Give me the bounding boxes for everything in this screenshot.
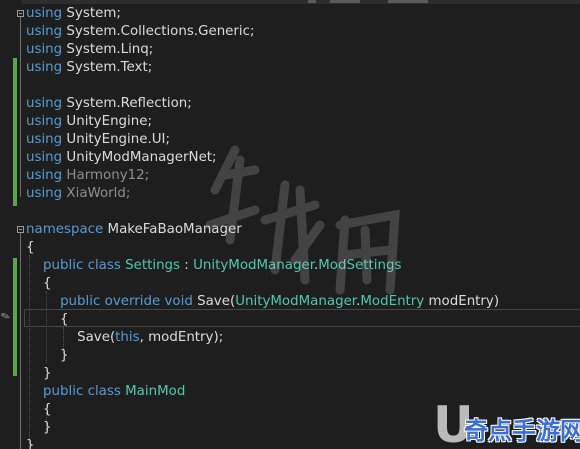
code-token: Save( xyxy=(26,330,116,345)
code-line[interactable]: } xyxy=(26,365,52,383)
code-token: using xyxy=(26,6,63,21)
code-token: Harmony12; xyxy=(62,168,150,183)
collapse-region-icon[interactable] xyxy=(17,10,24,17)
code-token: UnityModManager xyxy=(193,258,314,273)
watermark-corner: U 奇点手游网 xyxy=(432,400,580,449)
code-token: } xyxy=(26,420,52,435)
code-token: System.Collections.Generic; xyxy=(62,24,255,39)
code-line[interactable]: using System.Reflection; xyxy=(26,95,192,113)
code-token: using xyxy=(26,168,63,183)
code-token: using xyxy=(26,150,63,165)
code-token: Settings xyxy=(125,258,181,273)
collapse-region-icon[interactable] xyxy=(17,226,24,233)
code-token: class xyxy=(87,384,121,399)
code-line[interactable]: using UnityModManagerNet; xyxy=(26,149,217,167)
code-line[interactable]: { xyxy=(26,311,69,329)
code-token: UnityModManager xyxy=(235,294,357,309)
code-token: ModEntry xyxy=(360,294,425,309)
code-token: using xyxy=(26,42,63,57)
code-token: System.Linq; xyxy=(62,42,154,57)
code-token: using xyxy=(26,114,63,129)
code-line[interactable]: using Harmony12; xyxy=(26,167,149,185)
change-bar xyxy=(13,58,17,206)
code-line[interactable]: using XiaWorld; xyxy=(26,185,130,203)
code-token: using xyxy=(26,24,63,39)
code-token: Save( xyxy=(192,294,236,309)
code-line[interactable]: public override void Save(UnityModManage… xyxy=(26,293,499,311)
code-token: using xyxy=(26,186,63,201)
code-line[interactable]: } xyxy=(26,419,52,437)
code-token: public xyxy=(43,384,84,399)
editor-margin[interactable] xyxy=(0,0,24,449)
code-line[interactable]: using UnityEngine; xyxy=(26,113,152,131)
tab-fragment xyxy=(330,0,360,3)
code-token: XiaWorld; xyxy=(62,186,131,201)
code-token: UnityEngine; xyxy=(62,114,153,129)
code-token: UnityEngine.UI; xyxy=(62,132,171,147)
code-line[interactable]: } xyxy=(26,437,35,449)
code-token: UnityModManagerNet; xyxy=(62,150,217,165)
code-token: System.Text; xyxy=(62,60,153,75)
code-token: using xyxy=(26,132,63,147)
code-line[interactable]: { xyxy=(26,401,52,419)
code-token: System; xyxy=(62,6,121,21)
code-line[interactable]: namespace MakeFaBaoManager xyxy=(26,221,242,239)
code-token: { xyxy=(26,240,35,255)
code-line[interactable]: using System.Text; xyxy=(26,59,152,77)
code-line[interactable]: using System; xyxy=(26,5,121,23)
fold-line xyxy=(20,17,21,197)
code-token: using xyxy=(26,96,63,111)
code-token: void xyxy=(164,294,193,309)
code-token: public xyxy=(43,258,84,273)
code-token: , modEntry); xyxy=(139,330,224,345)
code-line[interactable]: using System.Linq; xyxy=(26,41,153,59)
code-line[interactable]: using UnityEngine.UI; xyxy=(26,131,170,149)
code-token: this xyxy=(115,330,140,345)
change-bar xyxy=(13,258,17,376)
code-token: using xyxy=(26,60,63,75)
code-token: } xyxy=(26,348,69,363)
code-token: : xyxy=(180,258,194,273)
watermark-text: 奇点手游网 xyxy=(464,417,580,445)
fold-line xyxy=(20,233,21,449)
code-token: System.Reflection; xyxy=(62,96,192,111)
code-token: ModSettings xyxy=(318,258,402,273)
code-token: namespace xyxy=(26,222,104,237)
code-line[interactable]: { xyxy=(26,239,35,257)
code-token: { xyxy=(26,312,69,327)
code-token: class xyxy=(87,258,121,273)
current-line-highlight xyxy=(24,309,580,327)
code-line[interactable]: public class Settings : UnityModManager.… xyxy=(26,257,401,275)
code-line[interactable]: } xyxy=(26,347,69,365)
code-token: override xyxy=(104,294,161,309)
code-token: { xyxy=(26,276,52,291)
code-token: public xyxy=(60,294,101,309)
code-line[interactable]: { xyxy=(26,275,52,293)
code-token: { xyxy=(26,402,52,417)
code-token: MakeFaBaoManager xyxy=(103,222,242,237)
code-line[interactable]: public class MainMod xyxy=(26,383,185,401)
code-line[interactable]: using System.Collections.Generic; xyxy=(26,23,255,41)
code-token: } xyxy=(26,366,52,381)
code-token: modEntry) xyxy=(424,294,500,309)
code-line[interactable]: Save(this, modEntry); xyxy=(26,329,223,347)
code-token: } xyxy=(26,438,35,449)
tab-strip xyxy=(0,0,580,4)
code-editor[interactable]: ✎ using System; using System.Collections.… xyxy=(0,0,580,449)
tab-fragment xyxy=(308,0,316,3)
tab-fragment xyxy=(388,0,428,3)
code-token: MainMod xyxy=(125,384,186,399)
